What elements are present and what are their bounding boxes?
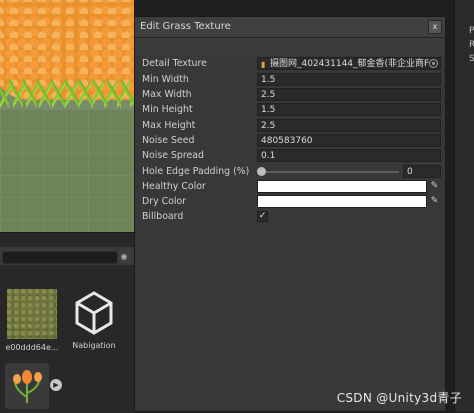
detail-texture-value: 摄图网_402431144_郁金香(非企业商F (270, 59, 430, 69)
project-search-input[interactable] (2, 251, 118, 264)
asset-item-flower-prefab[interactable] (5, 363, 49, 409)
search-clear-icon[interactable]: ◉ (118, 250, 130, 263)
asset-item-texture[interactable]: e00ddd64e... (4, 289, 60, 352)
max-width-input[interactable]: 2.5 (257, 88, 441, 101)
unity-cube-icon (72, 289, 116, 337)
slider-handle[interactable] (257, 167, 266, 176)
hole-edge-padding-input[interactable]: 0 (403, 165, 441, 178)
tulip-icon (13, 370, 42, 403)
asset-label: Nabigation (72, 341, 116, 350)
healthy-color-row: Healthy Color ✎ (135, 180, 445, 195)
object-picker-icon[interactable] (429, 59, 438, 68)
dry-color-swatch[interactable] (257, 195, 427, 208)
eyedropper-icon[interactable]: ✎ (429, 196, 440, 207)
min-width-input[interactable]: 1.5 (257, 73, 441, 86)
billboard-checkbox[interactable]: ✓ (257, 211, 268, 222)
hole-edge-padding-row: Hole Edge Padding (%) 0 (135, 165, 445, 180)
field-label: Max Width (142, 89, 192, 100)
billboard-row: Billboard ✓ (135, 210, 445, 225)
terrain-ground (0, 110, 134, 232)
project-panel: ◉ e00ddd64e... Nabigation ▶ (0, 232, 134, 413)
eyedropper-icon[interactable]: ✎ (429, 181, 440, 192)
texture-thumbnail (7, 289, 57, 339)
inspector-label: P (469, 26, 474, 36)
field-label: Noise Seed (142, 135, 195, 146)
dialog-title: Edit Grass Texture (140, 21, 231, 32)
field-label: Hole Edge Padding (%) (142, 166, 250, 177)
asset-item-nabigation[interactable]: Nabigation (66, 289, 122, 350)
min-height-row: Min Height 1.5 (135, 103, 445, 118)
hole-edge-padding-slider[interactable] (261, 171, 399, 173)
scene-view[interactable] (0, 0, 134, 232)
min-width-row: Min Width 1.5 (135, 73, 445, 88)
field-label: Noise Spread (142, 150, 204, 161)
max-height-row: Max Height 2.5 (135, 119, 445, 134)
watermark: CSDN @Unity3d青子 (336, 391, 462, 405)
inspector-label: R (469, 40, 474, 50)
noise-spread-input[interactable]: 0.1 (257, 149, 441, 162)
field-label: Min Height (142, 104, 193, 115)
dialog-titlebar[interactable]: Edit Grass Texture x (135, 17, 445, 38)
field-label: Detail Texture (142, 58, 207, 69)
play-icon[interactable]: ▶ (50, 379, 62, 391)
max-height-input[interactable]: 2.5 (257, 119, 441, 132)
close-button[interactable]: x (428, 20, 442, 34)
inspector-panel: P R S (454, 0, 474, 412)
min-height-input[interactable]: 1.5 (257, 103, 441, 116)
dialog-toolbar (135, 38, 445, 55)
noise-spread-row: Noise Spread 0.1 (135, 149, 445, 164)
asset-label: e00ddd64e... (5, 343, 59, 352)
detail-texture-row: Detail Texture ▮ 摄图网_402431144_郁金香(非企业商F (135, 57, 445, 72)
texture-icon: ▮ (261, 60, 266, 69)
edit-grass-texture-dialog: Edit Grass Texture x Detail Texture ▮ 摄图网… (134, 16, 446, 412)
inspector-label: S (469, 54, 474, 64)
noise-seed-input[interactable]: 480583760 (257, 134, 441, 147)
healthy-color-swatch[interactable] (257, 180, 427, 193)
dry-color-row: Dry Color ✎ (135, 195, 445, 210)
max-width-row: Max Width 2.5 (135, 88, 445, 103)
dialog-body (135, 236, 445, 411)
field-label: Billboard (142, 211, 184, 222)
noise-seed-row: Noise Seed 480583760 (135, 134, 445, 149)
field-label: Healthy Color (142, 181, 206, 192)
field-label: Min Width (142, 74, 189, 85)
field-label: Max Height (142, 120, 196, 131)
field-label: Dry Color (142, 196, 187, 207)
detail-texture-field[interactable]: ▮ 摄图网_402431144_郁金香(非企业商F (257, 57, 441, 70)
